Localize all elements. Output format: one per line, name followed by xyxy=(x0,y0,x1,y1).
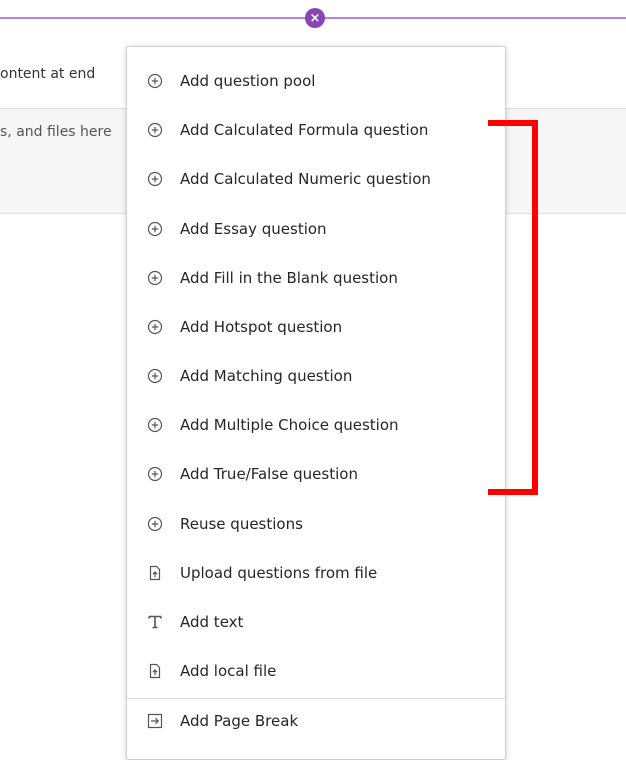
menu-item-reuse-questions[interactable]: Reuse questions xyxy=(127,504,505,544)
menu-item-fill-in-the-blank[interactable]: Add Fill in the Blank question xyxy=(127,258,505,298)
menu-item-true-false[interactable]: Add True/False question xyxy=(127,454,505,494)
menu-item-label: Add local file xyxy=(180,662,277,680)
menu-item-hotspot[interactable]: Add Hotspot question xyxy=(127,307,505,347)
menu-item-label: Upload questions from file xyxy=(180,564,378,582)
menu-item-label: Add text xyxy=(180,613,244,631)
menu-item-label: Add Calculated Formula question xyxy=(180,121,429,139)
plus-circle-icon xyxy=(147,516,163,532)
menu-item-label: Add Fill in the Blank question xyxy=(180,269,398,287)
add-content-menu: Add question pool Add Calculated Formula… xyxy=(126,46,506,760)
page-break-icon xyxy=(147,713,163,729)
menu-item-upload-questions[interactable]: Upload questions from file xyxy=(127,553,505,593)
menu-item-essay[interactable]: Add Essay question xyxy=(127,209,505,249)
plus-circle-icon xyxy=(147,73,163,89)
file-upload-icon xyxy=(147,565,163,581)
background-editor-placeholder: s, and files here xyxy=(0,124,112,140)
menu-item-label: Add question pool xyxy=(180,72,316,90)
menu-item-label: Add True/False question xyxy=(180,465,358,483)
menu-item-label: Add Essay question xyxy=(180,220,327,238)
plus-circle-icon xyxy=(147,221,163,237)
question-types-highlight-bracket xyxy=(488,120,538,495)
plus-circle-icon xyxy=(147,122,163,138)
menu-item-label: Add Page Break xyxy=(180,712,299,730)
menu-item-label: Add Hotspot question xyxy=(180,318,343,336)
menu-item-calculated-formula[interactable]: Add Calculated Formula question xyxy=(127,110,505,150)
menu-item-add-question-pool[interactable]: Add question pool xyxy=(127,61,505,101)
close-icon: × xyxy=(309,10,321,26)
menu-item-matching[interactable]: Add Matching question xyxy=(127,356,505,396)
plus-circle-icon xyxy=(147,417,163,433)
menu-item-label: Add Calculated Numeric question xyxy=(180,170,431,188)
menu-item-add-text[interactable]: Add text xyxy=(127,602,505,642)
plus-circle-icon xyxy=(147,171,163,187)
plus-circle-icon xyxy=(147,319,163,335)
menu-item-add-page-break[interactable]: Add Page Break xyxy=(127,701,505,741)
menu-divider xyxy=(127,698,505,699)
file-upload-icon xyxy=(147,663,163,679)
background-add-content-text: ontent at end xyxy=(0,66,96,82)
menu-item-multiple-choice[interactable]: Add Multiple Choice question xyxy=(127,405,505,445)
menu-item-label: Add Matching question xyxy=(180,367,353,385)
plus-circle-icon xyxy=(147,270,163,286)
menu-item-label: Add Multiple Choice question xyxy=(180,416,399,434)
menu-item-add-local-file[interactable]: Add local file xyxy=(127,651,505,691)
plus-circle-icon xyxy=(147,368,163,384)
plus-circle-icon xyxy=(147,466,163,482)
menu-item-calculated-numeric[interactable]: Add Calculated Numeric question xyxy=(127,159,505,199)
menu-item-label: Reuse questions xyxy=(180,515,303,533)
close-menu-button[interactable]: × xyxy=(305,8,325,28)
text-icon xyxy=(147,614,163,630)
